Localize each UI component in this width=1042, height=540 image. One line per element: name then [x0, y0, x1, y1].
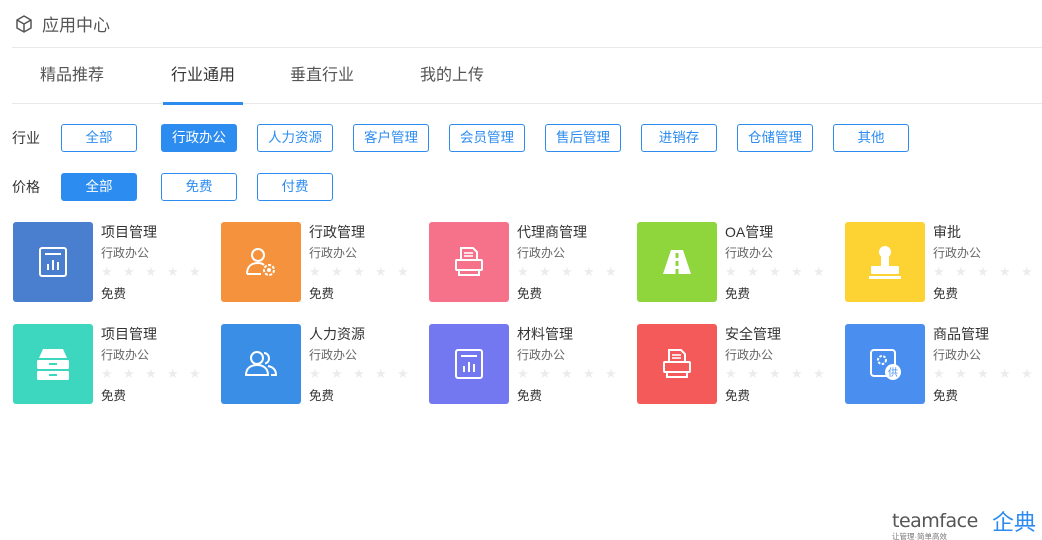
app-card[interactable]: 代理商管理 行政办公 ★ ★ ★ ★ ★ 免费: [429, 222, 629, 304]
supplier-icon: 供: [870, 349, 901, 380]
price-filter: 价格 全部 免费 付费: [12, 173, 412, 201]
chart-document-icon: [39, 247, 67, 277]
app-icon: [221, 324, 301, 404]
price-option-all[interactable]: 全部: [61, 173, 137, 201]
rating-stars: ★ ★ ★ ★ ★: [933, 264, 1033, 279]
industry-option-all[interactable]: 全部: [61, 124, 137, 152]
app-price: 免费: [309, 389, 335, 403]
app-category: 行政办公: [309, 246, 358, 260]
app-card[interactable]: 项目管理 行政办公 ★ ★ ★ ★ ★ 免费: [13, 324, 213, 406]
rating-stars: ★ ★ ★ ★ ★: [309, 264, 409, 279]
app-category: 行政办公: [309, 348, 358, 362]
tab-general-industry[interactable]: 行业通用: [163, 48, 243, 105]
app-icon: [221, 222, 301, 302]
chart-document-icon: [455, 349, 483, 379]
user-gear-icon: [246, 248, 275, 276]
app-icon: [637, 222, 717, 302]
rating-stars: ★ ★ ★ ★ ★: [517, 366, 617, 381]
app-category: 行政办公: [517, 348, 566, 362]
tab-vertical-industry[interactable]: 垂直行业: [290, 48, 354, 104]
app-price: 免费: [517, 389, 543, 403]
app-name: 人力资源: [309, 326, 365, 342]
app-card[interactable]: 安全管理 行政办公 ★ ★ ★ ★ ★ 免费: [637, 324, 837, 406]
app-icon: [13, 324, 93, 404]
price-option-paid[interactable]: 付费: [257, 173, 333, 201]
app-price: 免费: [309, 287, 335, 301]
svg-text:供: 供: [888, 366, 898, 379]
teamface-logo: teamface 企典 让管理·简单高效: [892, 510, 1042, 540]
industry-option-hr[interactable]: 人力资源: [257, 124, 333, 152]
industry-option-other[interactable]: 其他: [833, 124, 909, 152]
rating-stars: ★ ★ ★ ★ ★: [101, 264, 201, 279]
app-category: 行政办公: [933, 348, 982, 362]
app-name: 行政管理: [309, 224, 365, 240]
app-icon: [13, 222, 93, 302]
app-category: 行政办公: [725, 348, 774, 362]
app-category: 行政办公: [517, 246, 566, 260]
printer-icon: [663, 349, 691, 378]
app-name: 材料管理: [517, 326, 573, 342]
printer-icon: [455, 247, 483, 276]
app-card[interactable]: 材料管理 行政办公 ★ ★ ★ ★ ★ 免费: [429, 324, 629, 406]
app-price: 免费: [101, 287, 127, 301]
tab-bar: 精品推荐 行业通用 垂直行业 我的上传: [12, 48, 1042, 105]
logo-chinese: 企典: [992, 510, 1037, 535]
app-category: 行政办公: [933, 246, 982, 260]
industry-filter: 行业 全部 行政办公 人力资源 客户管理 会员管理 售后管理 进销存 仓储管理 …: [12, 124, 1012, 152]
cube-icon: [14, 14, 34, 34]
drawer-cabinet-icon: [37, 349, 69, 380]
rating-stars: ★ ★ ★ ★ ★: [101, 366, 201, 381]
app-name: 商品管理: [933, 326, 989, 342]
app-icon: 供: [845, 324, 925, 404]
app-price: 免费: [933, 389, 959, 403]
app-card[interactable]: OA管理 行政办公 ★ ★ ★ ★ ★ 免费: [637, 222, 837, 304]
industry-option-warehouse[interactable]: 仓储管理: [737, 124, 813, 152]
price-option-free[interactable]: 免费: [161, 173, 237, 201]
app-category: 行政办公: [101, 348, 150, 362]
app-price: 免费: [725, 389, 751, 403]
page-header: 应用中心: [12, 0, 1042, 48]
app-name: 审批: [933, 224, 961, 240]
page-title: 应用中心: [42, 16, 110, 35]
tab-my-uploads[interactable]: 我的上传: [420, 48, 484, 104]
app-name: 安全管理: [725, 326, 781, 342]
rating-stars: ★ ★ ★ ★ ★: [933, 366, 1033, 381]
app-price: 免费: [101, 389, 127, 403]
app-name: 代理商管理: [517, 224, 587, 240]
app-name: OA管理: [725, 224, 774, 240]
app-category: 行政办公: [725, 246, 774, 260]
logo-wordmark: teamface: [892, 510, 978, 532]
app-price: 免费: [933, 287, 959, 301]
stamp-icon: [869, 246, 901, 279]
logo-slogan: 让管理·简单高效: [892, 532, 947, 540]
users-icon: [244, 351, 278, 376]
tab-featured[interactable]: 精品推荐: [40, 48, 104, 104]
app-icon: [429, 222, 509, 302]
app-name: 项目管理: [101, 224, 157, 240]
app-card[interactable]: 行政管理 行政办公 ★ ★ ★ ★ ★ 免费: [221, 222, 421, 304]
rating-stars: ★ ★ ★ ★ ★: [309, 366, 409, 381]
industry-option-member[interactable]: 会员管理: [449, 124, 525, 152]
app-category: 行政办公: [101, 246, 150, 260]
road-icon: [663, 250, 691, 274]
app-card[interactable]: 人力资源 行政办公 ★ ★ ★ ★ ★ 免费: [221, 324, 421, 406]
app-icon: [429, 324, 509, 404]
app-price: 免费: [517, 287, 543, 301]
app-price: 免费: [725, 287, 751, 301]
price-filter-label: 价格: [12, 179, 40, 195]
app-card[interactable]: 项目管理 行政办公 ★ ★ ★ ★ ★ 免费: [13, 222, 213, 304]
industry-option-customer[interactable]: 客户管理: [353, 124, 429, 152]
rating-stars: ★ ★ ★ ★ ★: [725, 264, 825, 279]
industry-option-after-sales[interactable]: 售后管理: [545, 124, 621, 152]
app-name: 项目管理: [101, 326, 157, 342]
app-card[interactable]: 审批 行政办公 ★ ★ ★ ★ ★ 免费: [845, 222, 1042, 304]
app-icon: [637, 324, 717, 404]
rating-stars: ★ ★ ★ ★ ★: [517, 264, 617, 279]
app-icon: [845, 222, 925, 302]
industry-option-admin[interactable]: 行政办公: [161, 124, 237, 152]
rating-stars: ★ ★ ★ ★ ★: [725, 366, 825, 381]
industry-filter-label: 行业: [12, 130, 40, 146]
industry-option-inventory[interactable]: 进销存: [641, 124, 717, 152]
app-card[interactable]: 供 商品管理 行政办公 ★ ★ ★ ★ ★ 免费: [845, 324, 1042, 406]
